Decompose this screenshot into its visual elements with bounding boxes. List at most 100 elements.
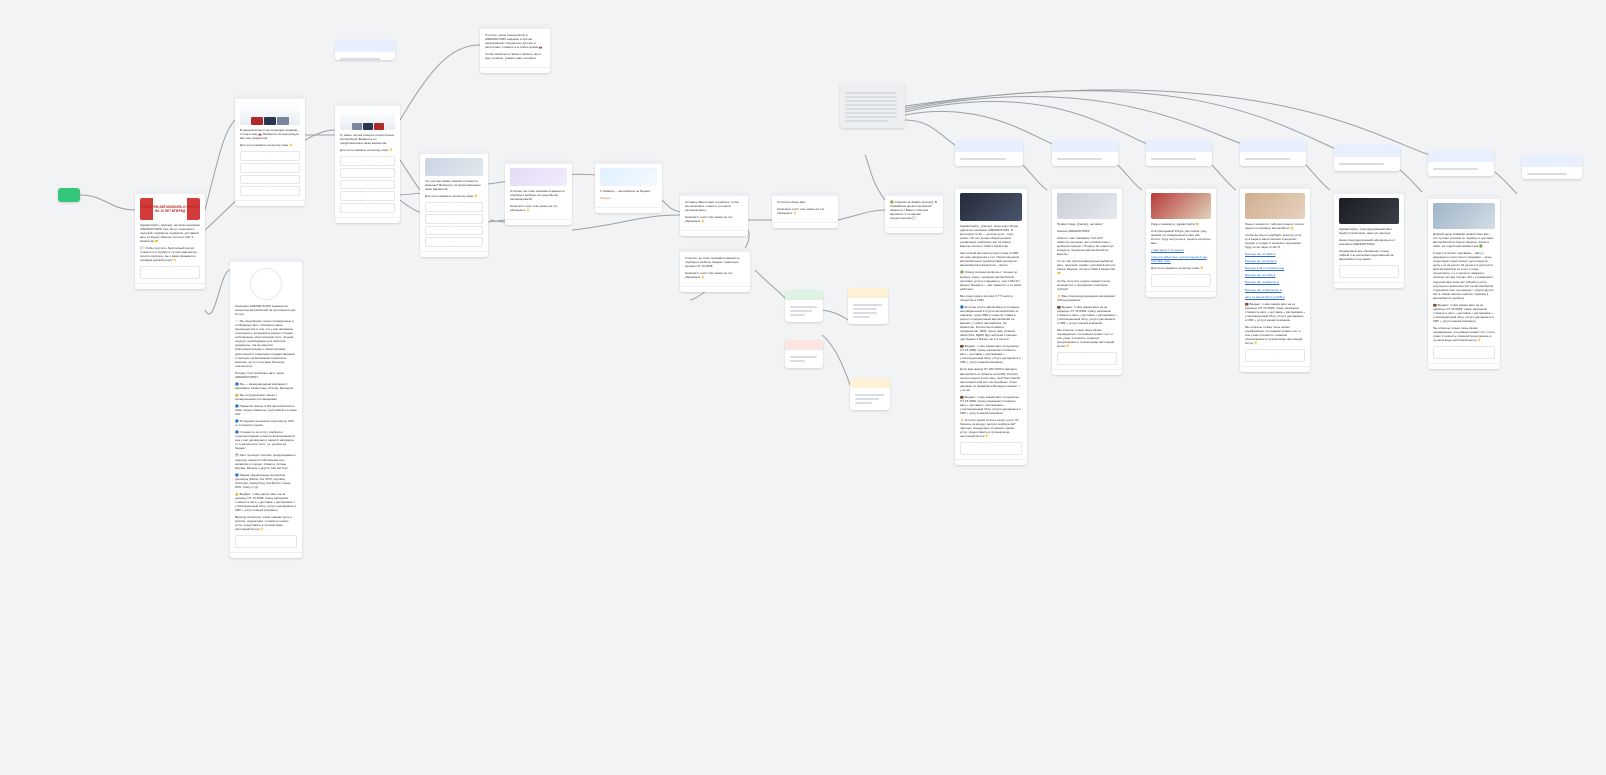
node-condition-yellow-2[interactable] [850, 378, 890, 410]
flow-canvas[interactable]: ПОДБЕРЕМ АВТОМОБИЛЬ И СЕРВИС НА 10 ЛЕТ В… [0, 0, 1606, 775]
node-condition-green[interactable] [785, 290, 823, 322]
option-button[interactable]: … [425, 226, 483, 236]
text: Здравствуйте, спецпредложений авто бьюбу… [1339, 227, 1399, 235]
photo-phone [1339, 198, 1399, 224]
photo [1151, 193, 1211, 219]
text: Напоминаем вуе обновленія только тайный … [1339, 249, 1399, 261]
node-header [1522, 155, 1582, 167]
text: Напишите текст или номер на что обращает… [777, 207, 833, 215]
col4-card[interactable]: Рады с наимется, тебе всё клауент хорош … [1240, 185, 1310, 372]
col3-card[interactable]: Рады с наимется, здравствуйте!👋 Отв прие… [1146, 185, 1216, 297]
node-condition-red[interactable] [785, 340, 823, 368]
node-budget-text[interactable]: Отлично, вы тоже понимаете важность подб… [680, 248, 750, 292]
option-button[interactable]: … [1433, 346, 1495, 359]
option-button[interactable]: … [340, 168, 395, 178]
option-button[interactable]: … [340, 191, 395, 201]
col2-card[interactable]: Приветствую, {{name}}, на связи! Конюсь … [1052, 185, 1122, 375]
text: 💼 Бюджет: 1 мин заказа авто из единицы О… [960, 395, 1022, 415]
node-stub-blue-1[interactable] [335, 40, 395, 60]
col5-card[interactable]: Здравствуйте, спецпредложений авто бьюбу… [1334, 190, 1404, 288]
link[interactable]: авто из автомобиля дублВ-в [1245, 295, 1285, 299]
text: Кратко о нас: Название "Гас-Мот" известн… [1057, 236, 1117, 256]
col5-header[interactable] [1334, 145, 1400, 171]
node-phone-input[interactable]: Оставьте Ваш номер телефона, чтобы мы св… [680, 192, 748, 236]
text: 🔹 Мы предлагаем только проверенные и ото… [235, 319, 297, 368]
text: Почему стоит выбирать авто через ARESMOT… [235, 371, 297, 379]
node-variant-select-1[interactable]: В данный момент мы проводим проверку и п… [235, 95, 305, 206]
text: Рады с наимется, тебе всё клауент хорош … [1245, 222, 1305, 230]
text: Если вам имеем ОТ 200 000?оставляете авт… [960, 367, 1022, 391]
link[interactable]: Бренды авт из Европы в [1245, 280, 1279, 284]
node-footer [480, 67, 550, 73]
text: К нам стятяялют переваясь – авто у надеж… [1433, 251, 1495, 300]
col1-header[interactable] [955, 140, 1023, 166]
node-footer [595, 207, 662, 213]
text: Чтобы связаться с вами и связать, мы и ж… [485, 52, 545, 60]
card-image [425, 158, 483, 176]
col6-card[interactable]: Добрый день! Клаквам приветствeе вас – э… [1428, 195, 1500, 369]
link[interactable]: у авм жалуг? Сегодня в [1151, 248, 1184, 252]
node-phone-request[interactable]: Отлично, наши спецналисты в ARESMOTORS н… [480, 25, 550, 73]
text: Что для вас важно помимо стоимости машин… [425, 179, 483, 191]
col2-header[interactable] [1052, 140, 1118, 166]
text: 🔵 Если вы хотите автомобиль в сложные не… [960, 305, 1022, 341]
option-button[interactable]: … [140, 266, 200, 279]
link[interactable]: Бренды авт из США в [1245, 252, 1275, 256]
node-footer [1428, 363, 1500, 369]
node-text-block[interactable] [840, 82, 905, 128]
option-button[interactable]: … [1339, 265, 1399, 278]
text: У А/макса — автомобиль за бюджет: [600, 189, 657, 193]
col4-header[interactable] [1240, 140, 1306, 166]
node-greeting[interactable]: ПОДБЕРЕМ АВТОМОБИЛЬ И СЕРВИС НА 10 ЛЕТ В… [135, 190, 205, 289]
option-button[interactable]: … [340, 156, 395, 166]
text: Приветствую, {{name}}, на связи! [1057, 222, 1117, 226]
node-footer [1240, 366, 1310, 372]
text: 👌 Ваш спецпредупреждение автосервис (18)… [1057, 294, 1117, 302]
option-button[interactable]: … [240, 186, 300, 196]
link[interactable]: осмотре забалтесь: в воплощения к лак Yo… [1151, 255, 1207, 263]
node-last-step[interactable]: Осталось Лишь Шаг: Напишите текст или но… [772, 192, 838, 228]
option-button[interactable]: … [1245, 349, 1305, 362]
text: 💼 Бюджет: 1 мин заказа авто на за единиц… [1433, 303, 1495, 323]
text: Конюсь ARESMOTORS. [1057, 229, 1117, 233]
node-variant-select-2[interactable]: О, какие теплая позиция относительно Авт… [335, 102, 400, 223]
link[interactable]: Бренды авт из Китая в [1245, 259, 1276, 263]
text: 🔵 Мы — международная компания с офисами … [235, 382, 297, 390]
option-button[interactable]: … [425, 202, 483, 212]
col1-card[interactable]: Здравствуйте, {{name}}, меня зовут Игорь… [955, 185, 1027, 465]
node-footer [885, 227, 943, 233]
node-write-text[interactable]: Отлично, вы тоже понимаете важность подб… [505, 160, 572, 225]
text: В данный момент мы проводим проверку и п… [240, 128, 300, 140]
text: 💼 Бюджет: 1 мин заказа авто из единицы О… [960, 344, 1022, 364]
node-header [785, 340, 823, 350]
col6-header[interactable] [1428, 150, 1494, 176]
option-button[interactable]: … [1057, 352, 1117, 365]
option-button[interactable]: … [240, 163, 300, 173]
option-button[interactable]: … [240, 175, 300, 185]
text: Чтобы получить отдела самый лучше/молный… [1057, 279, 1117, 291]
node-company-info[interactable]: Компания ARESMOTORS занимается импортом … [230, 258, 302, 558]
option-button[interactable]: … [340, 180, 395, 190]
start-node[interactable] [58, 188, 80, 202]
node-header [1052, 140, 1118, 152]
logo-circle [250, 268, 282, 300]
option-button[interactable]: … [340, 203, 395, 213]
col3-header[interactable] [1146, 140, 1212, 166]
node-footer [420, 251, 488, 257]
node-thank-you[interactable]: 🟢 Спасибо за Заявку {{name}}. В ближайши… [885, 192, 943, 233]
option-button[interactable]: … [960, 442, 1022, 455]
link[interactable]: Бренды авт из Беларуси в [1245, 288, 1282, 292]
node-budget-card[interactable]: У А/макса — автомобиль за бюджет: Тогда … [595, 160, 662, 213]
option-button[interactable]: … [425, 214, 483, 224]
option-button[interactable]: … [1151, 274, 1211, 287]
option-button[interactable]: … [240, 151, 300, 161]
option-button[interactable]: … [235, 535, 297, 548]
link[interactable]: Бренды авт из США в [1245, 273, 1275, 277]
link[interactable]: Бренды в авт из Казахстана [1245, 266, 1284, 270]
option-button[interactable]: … [425, 237, 483, 247]
node-priorities[interactable]: Что для вас важно помимо стоимости машин… [420, 150, 488, 257]
node-footer [1052, 369, 1122, 375]
text: 10 лет мы сфотографируемые выбором авто,… [1057, 259, 1117, 275]
col7-header[interactable] [1522, 155, 1582, 179]
node-condition-yellow-1[interactable] [848, 288, 888, 324]
